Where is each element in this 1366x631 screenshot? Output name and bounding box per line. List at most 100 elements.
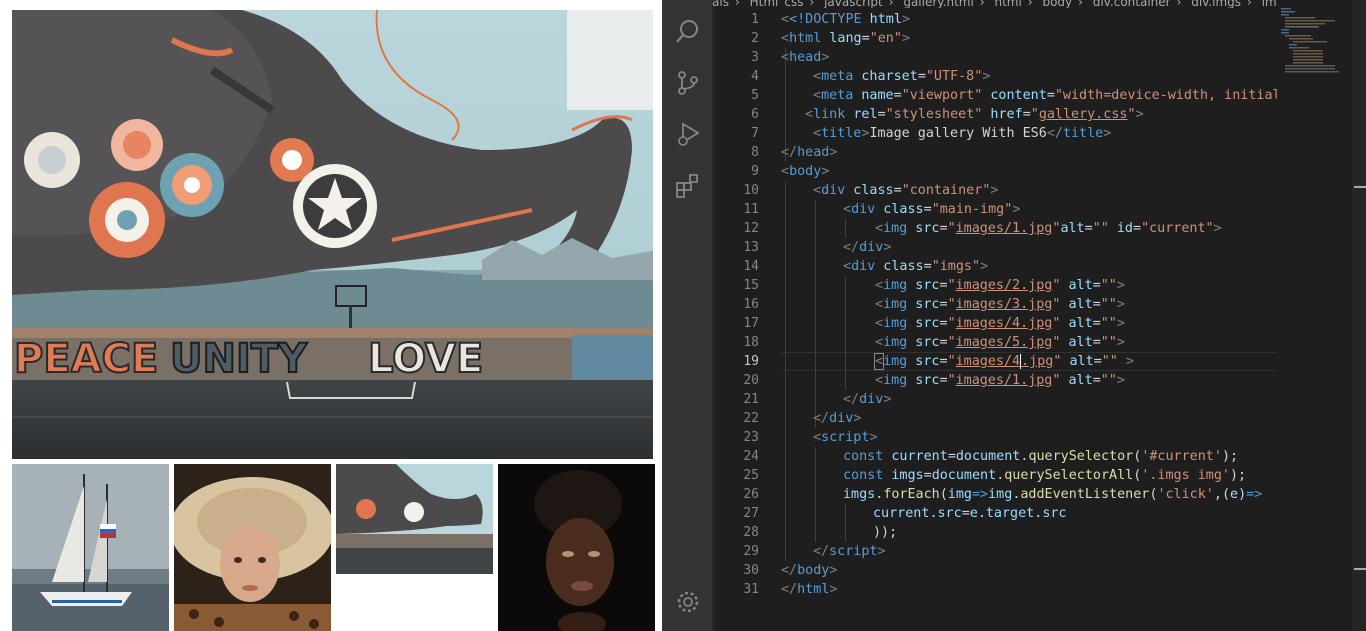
code-token: ": [947, 221, 956, 236]
code-area[interactable]: < <!DOCTYPE html > <html lang="en"> <head>…: [781, 10, 1277, 610]
breadcrumb-item[interactable]: html: [994, 0, 1021, 8]
vertical-scrollbar[interactable]: [1352, 0, 1366, 631]
code-token: >: [821, 164, 830, 179]
code-token: body: [797, 563, 830, 578]
extensions-icon[interactable]: [675, 173, 701, 199]
thumbnail-woman-straw-hat[interactable]: [174, 464, 331, 631]
code-line: <img src="images/4.jpg" alt="">: [875, 314, 1125, 333]
woman-dark-portrait-photo: [498, 464, 655, 631]
code-token: (: [939, 487, 948, 502]
code-token: script: [829, 544, 878, 559]
code-token: src: [907, 354, 940, 369]
line-number: 1: [751, 12, 759, 27]
line-number: 13: [743, 240, 759, 255]
run-debug-icon[interactable]: [675, 121, 701, 147]
elephant-mural-image: PEACE UNITY LOVE: [12, 10, 653, 459]
breadcrumb-item[interactable]: javascript: [824, 0, 883, 8]
code-line: <img src="images/1.jpg"alt="" id="curren…: [875, 219, 1222, 238]
code-token: <: [875, 278, 884, 293]
code-token: <: [813, 126, 822, 141]
code-token: forEach: [883, 487, 940, 502]
graffiti-elephant-mural-thumbnail: [336, 464, 493, 574]
code-token: >: [980, 259, 989, 274]
settings-gear-icon[interactable]: [675, 589, 701, 615]
code-token: src: [907, 316, 940, 331]
code-token: img: [988, 487, 1013, 502]
line-number: 5: [751, 88, 759, 103]
code-token: <: [781, 50, 790, 65]
code-line: <html lang="en">: [781, 29, 910, 48]
code-token: =: [917, 69, 926, 84]
code-token: div: [829, 411, 854, 426]
code-token: img: [947, 487, 972, 502]
line-number: 29: [743, 544, 759, 559]
minimap[interactable]: [1277, 0, 1352, 631]
line-number: 2: [751, 31, 759, 46]
breadcrumb-item[interactable]: Html_css: [750, 0, 804, 8]
code-token: ,: [1213, 487, 1222, 502]
code-token: </: [1046, 126, 1063, 141]
code-token: "imgs": [931, 259, 981, 274]
code-token: const: [843, 468, 884, 483]
code-token: img: [883, 316, 908, 331]
thumbnail-graffiti-elephant[interactable]: [336, 464, 493, 574]
code-token: >: [982, 69, 991, 84]
source-control-icon[interactable]: [675, 70, 701, 96]
code-line: <meta name="viewport" content="width=dev…: [813, 86, 1277, 105]
code-token: ": [947, 316, 956, 331]
line-number: 28: [743, 525, 759, 540]
code-line: ));: [873, 523, 897, 542]
code-token: alt: [1060, 221, 1085, 236]
code-token: src: [907, 373, 940, 388]
line-number: 7: [751, 126, 759, 141]
line-number: 31: [743, 582, 759, 597]
search-icon[interactable]: [675, 18, 701, 44]
code-token: img: [883, 335, 908, 350]
code-line: <head>: [781, 48, 829, 67]
breadcrumb-item[interactable]: div.container: [1093, 0, 1171, 8]
main-image-graffiti-elephant[interactable]: PEACE UNITY LOVE: [10, 8, 655, 461]
code-line: const current=document.querySelector('#c…: [843, 447, 1238, 466]
thumbnail-woman-portrait[interactable]: [498, 464, 655, 631]
code-token: =: [1092, 316, 1101, 331]
line-number: 3: [751, 50, 759, 65]
code-token: img: [883, 221, 908, 236]
code-token: =: [1093, 354, 1102, 369]
code-token: "": [1100, 373, 1117, 388]
breadcrumb-item[interactable]: body: [1042, 0, 1072, 8]
code-token: =: [861, 31, 870, 46]
code-token: "stylesheet": [885, 107, 983, 122]
sailboat-photo: [12, 464, 169, 631]
code-token: =: [893, 88, 902, 103]
code-token: ": [947, 373, 956, 388]
code-token: <: [813, 69, 822, 84]
code-token: <: [781, 164, 790, 179]
code-line: <title>Image gallery With ES6</title>: [813, 124, 1111, 143]
code-token: =: [923, 202, 932, 217]
breadcrumb-item[interactable]: gallery.html: [903, 0, 974, 8]
code-token: =>: [1246, 487, 1263, 502]
code-token: Image gallery With ES6: [869, 126, 1047, 141]
code-token: id: [1108, 221, 1133, 236]
code-token: <!DOCTYPE: [789, 12, 862, 27]
line-number: 14: [743, 259, 759, 274]
code-token: ": [947, 335, 956, 350]
code-token: =: [947, 449, 956, 464]
breadcrumb-item[interactable]: div.imgs: [1191, 0, 1241, 8]
code-token: href: [982, 107, 1023, 122]
code-line: </div>: [843, 390, 891, 409]
code-token: div: [859, 240, 884, 255]
code-token: "container": [901, 183, 991, 198]
breadcrumb-item[interactable]: als: [712, 0, 729, 8]
code-token: alt: [1060, 316, 1093, 331]
line-number: 4: [751, 69, 759, 84]
code-token: <: [875, 221, 884, 236]
code-token: gallery.css: [1038, 107, 1128, 122]
code-token: images/1.jpg: [955, 221, 1053, 236]
code-token: images/4.jpg: [955, 316, 1053, 331]
thumbnail-sailboat[interactable]: [12, 464, 169, 631]
code-token: div: [851, 259, 876, 274]
code-token: html: [861, 12, 902, 27]
code-token: </: [781, 145, 798, 160]
code-line: imgs.forEach(img=>img.addEventListener('…: [843, 485, 1262, 504]
